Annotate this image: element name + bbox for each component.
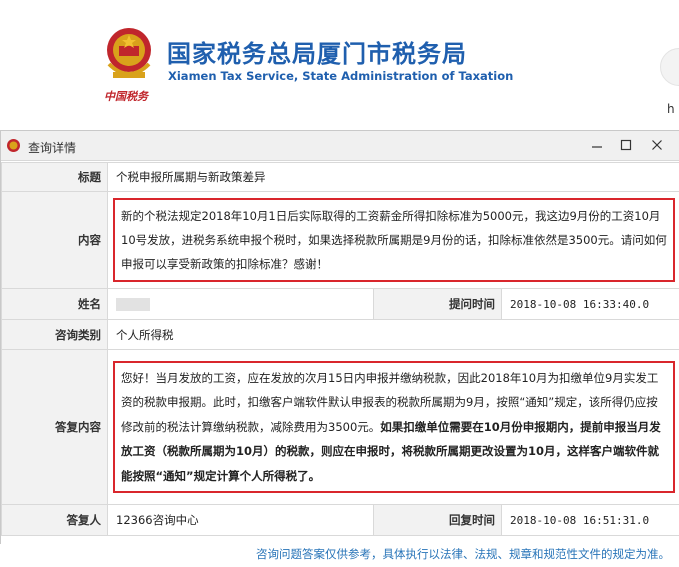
answer-value: 您好！当月发放的工资，应在发放的次月15日内申报并缴纳税款，因此2018年10月… bbox=[113, 360, 675, 494]
redacted-name bbox=[116, 298, 150, 311]
reply-time-value: 2018-10-08 16:51:31.0 bbox=[501, 504, 679, 536]
table-row: 标题 个税申报所属期与新政策差异 bbox=[1, 162, 679, 192]
table-row: 内容 新的个税法规定2018年10月1日后实际取得的工资薪金所得扣除标准为500… bbox=[1, 191, 679, 289]
answer-label: 答复内容 bbox=[1, 349, 108, 505]
national-emblem-icon bbox=[107, 28, 151, 78]
query-detail-dialog: 查询详情 标题 个税申报所属期与新政策差异 内容 新的个税法规定2018年10月… bbox=[0, 130, 679, 544]
table-row: 咨询类别 个人所得税 bbox=[1, 319, 679, 350]
reply-time-label: 回复时间 bbox=[373, 504, 502, 536]
table-row: 姓名 提问时间 2018-10-08 16:33:40.0 bbox=[1, 288, 679, 320]
name-value bbox=[107, 288, 374, 320]
table-row: 答复内容 您好！当月发放的工资，应在发放的次月15日内申报并缴纳税款，因此201… bbox=[1, 349, 679, 505]
answer-cell: 您好！当月发放的工资，应在发放的次月15日内申报并缴纳税款，因此2018年10月… bbox=[107, 349, 679, 505]
ask-time-value: 2018-10-08 16:33:40.0 bbox=[501, 288, 679, 320]
title-value: 个税申报所属期与新政策差异 bbox=[107, 162, 679, 192]
content-value: 新的个税法规定2018年10月1日后实际取得的工资薪金所得扣除标准为5000元，… bbox=[113, 198, 675, 282]
detail-table: 标题 个税申报所属期与新政策差异 内容 新的个税法规定2018年10月1日后实际… bbox=[1, 162, 679, 536]
answerer-value: 12366咨询中心 bbox=[107, 504, 374, 536]
app-emblem-icon bbox=[7, 139, 20, 152]
category-value: 个人所得税 bbox=[107, 319, 679, 350]
disclaimer-note: 咨询问题答案仅供参考，具体执行以法律、法规、规章和规范性文件的规定为准。 bbox=[256, 547, 670, 561]
ask-time-label: 提问时间 bbox=[373, 288, 502, 320]
name-label: 姓名 bbox=[1, 288, 108, 320]
site-title: 国家税务总局厦门市税务局 bbox=[167, 40, 467, 68]
dialog-titlebar[interactable]: 查询详情 bbox=[1, 131, 679, 161]
site-subtitle: Xiamen Tax Service, State Administration… bbox=[168, 69, 514, 83]
answerer-label: 答复人 bbox=[1, 504, 108, 536]
category-label: 咨询类别 bbox=[1, 319, 108, 350]
maximize-button[interactable] bbox=[612, 134, 640, 156]
header-action-button[interactable] bbox=[660, 48, 679, 86]
minimize-button[interactable] bbox=[583, 134, 611, 156]
site-header: 中国税务 国家税务总局厦门市税务局 Xiamen Tax Service, St… bbox=[0, 0, 679, 128]
maximize-icon bbox=[620, 139, 632, 151]
minimize-icon bbox=[592, 146, 602, 148]
content-label: 内容 bbox=[1, 191, 108, 289]
content-cell: 新的个税法规定2018年10月1日后实际取得的工资薪金所得扣除标准为5000元，… bbox=[107, 191, 679, 289]
dialog-title: 查询详情 bbox=[28, 141, 77, 155]
table-row: 答复人 12366咨询中心 回复时间 2018-10-08 16:51:31.0 bbox=[1, 504, 679, 536]
header-side-label[interactable]: h bbox=[667, 102, 675, 116]
close-button[interactable] bbox=[643, 134, 671, 156]
emblem-caption: 中国税务 bbox=[104, 90, 148, 103]
close-icon bbox=[652, 140, 662, 150]
title-label: 标题 bbox=[1, 162, 108, 192]
